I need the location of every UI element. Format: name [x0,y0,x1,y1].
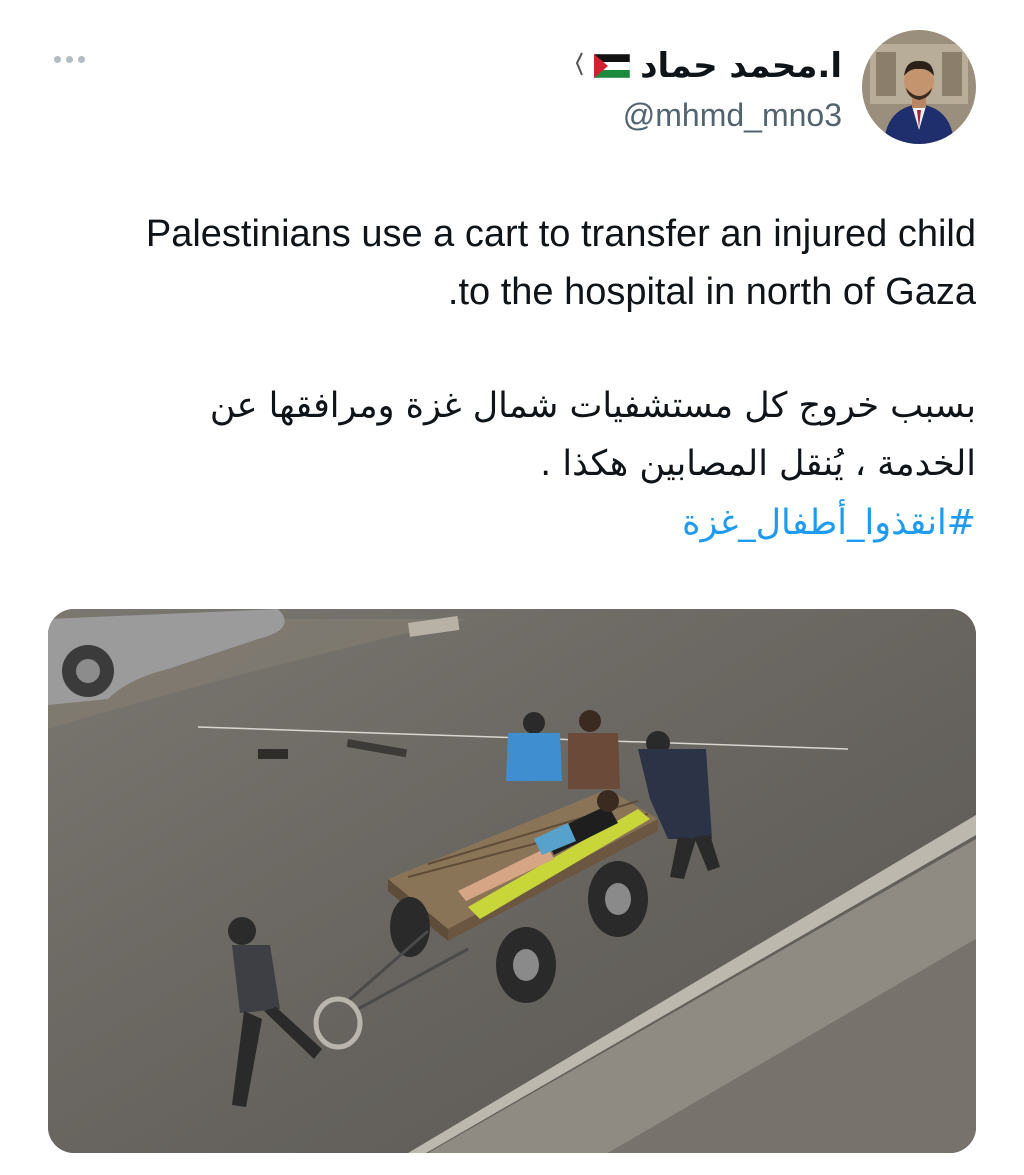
avatar[interactable] [862,30,976,144]
more-dot-icon [78,56,85,63]
palestine-flag-icon [594,53,631,78]
more-dot-icon [66,56,73,63]
street-scene-image [48,609,976,1153]
tweet-header: ا.محمد حماد @mhmd_mno3 [574,30,976,144]
hashtag-link[interactable]: #انقذوا_أطفال_غزة [130,493,976,553]
tweet-body: Palestinians use a cart to transfer an i… [130,205,976,553]
display-name[interactable]: ا.محمد حماد [640,46,842,86]
separator-icon [575,52,584,75]
username[interactable]: @mhmd_mno3 [623,97,842,134]
tweet-photo[interactable] [48,609,976,1153]
more-options-button[interactable] [50,52,89,67]
tweet-text-english: Palestinians use a cart to transfer an i… [145,213,976,313]
more-dot-icon [54,56,61,63]
tweet-text-arabic: بسبب خروج كل مستشفيات شمال غزة ومرافقها … [209,386,976,484]
